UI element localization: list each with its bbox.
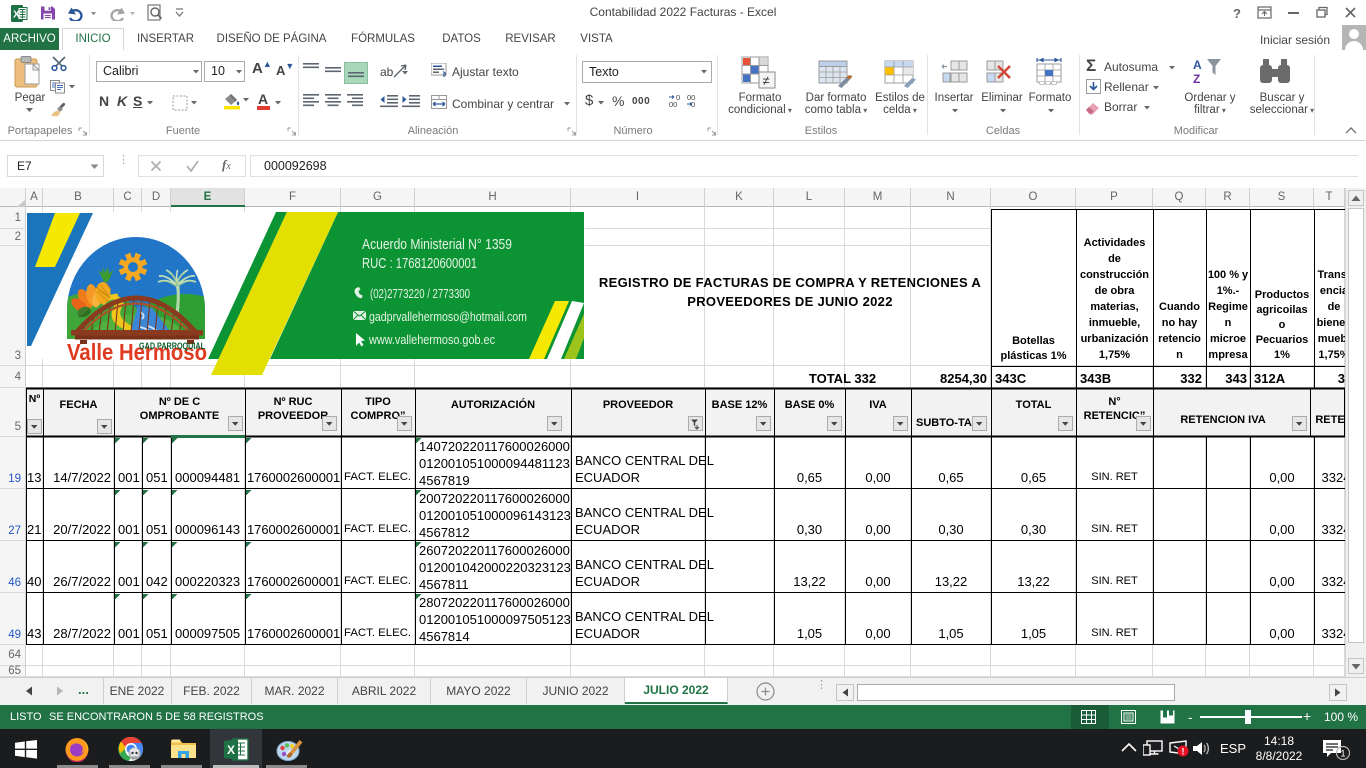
svg-text:1: 1 (1340, 749, 1345, 760)
svg-text:X: X (227, 743, 235, 757)
svg-text:!: ! (1182, 747, 1185, 757)
